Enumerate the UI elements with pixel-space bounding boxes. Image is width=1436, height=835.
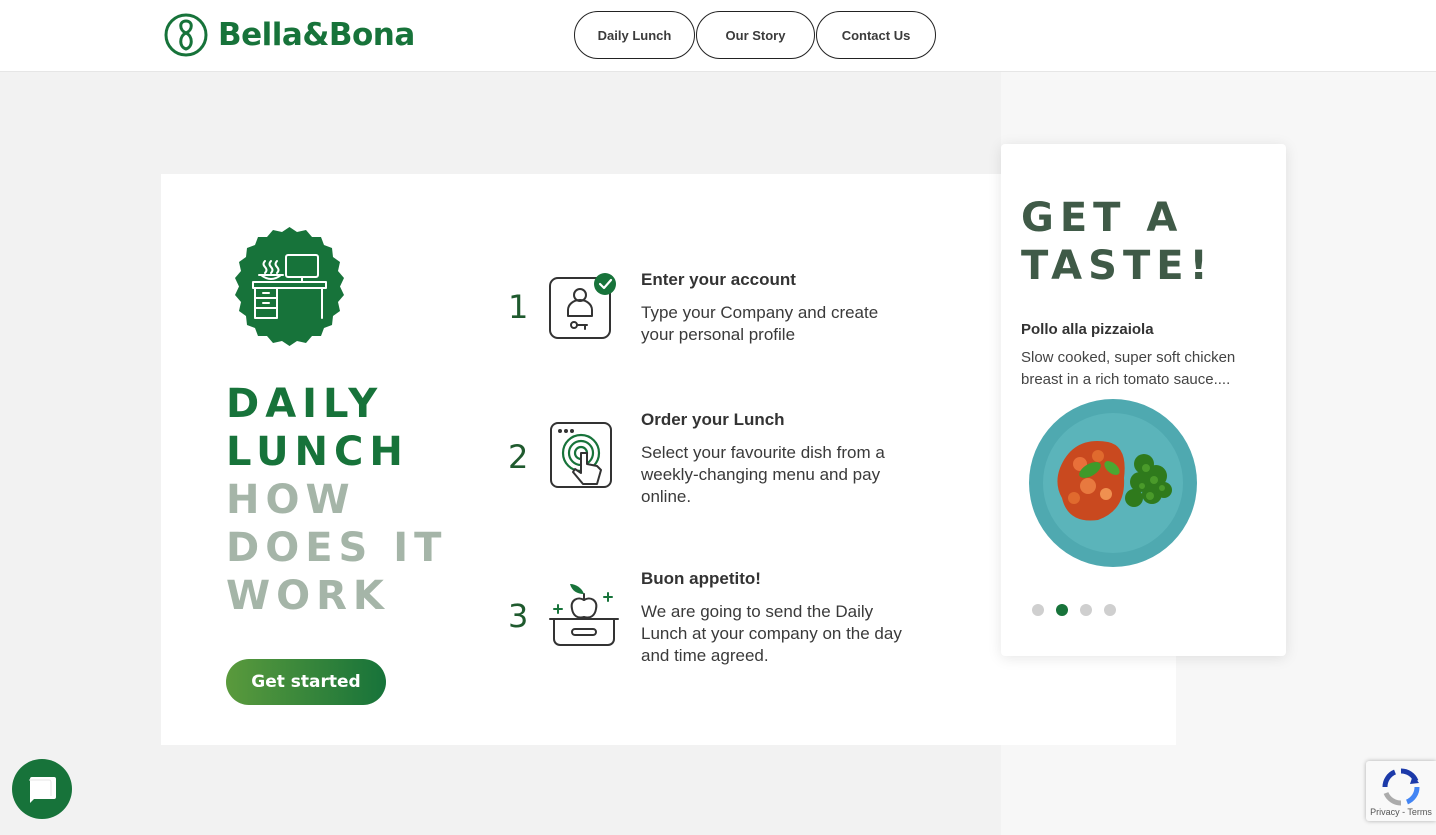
step-title: Enter your account xyxy=(641,270,796,289)
section-title: DAILY LUNCH xyxy=(226,380,409,476)
taste-carousel: GET A TASTE! Pollo alla pizzaiola Slow c… xyxy=(1001,144,1286,656)
recaptcha-text[interactable]: Privacy - Terms xyxy=(1366,807,1436,817)
step-title: Order your Lunch xyxy=(641,410,785,429)
step-number: 3 xyxy=(508,597,529,635)
title-line-2: LUNCH xyxy=(226,429,409,475)
recaptcha-icon xyxy=(1382,768,1420,806)
step-title: Buon appetito! xyxy=(641,569,761,588)
lunchbox-apple-icon xyxy=(549,584,619,646)
step-3: 3 Buon appetito! We are going to send th… xyxy=(508,569,928,689)
brand-name: Bella&Bona xyxy=(218,17,415,53)
step-description: Type your Company and create your person… xyxy=(641,303,879,344)
subtitle-line-2: DOES IT xyxy=(226,525,448,571)
dish-photo[interactable] xyxy=(1028,398,1198,568)
carousel-title-line-1: GET A xyxy=(1021,195,1184,241)
step-2: 2 Order your Lunch Select your favourite… xyxy=(508,410,928,530)
subtitle-line-3: WORK xyxy=(226,573,390,619)
dish-description: Slow cooked, super soft chicken breast i… xyxy=(1021,349,1236,388)
main-nav: Daily Lunch Our Story Contact Us xyxy=(574,11,936,59)
section-subtitle: HOW DOES IT WORK xyxy=(226,476,447,620)
carousel-dot-3[interactable] xyxy=(1080,604,1092,616)
step-number: 1 xyxy=(508,288,529,326)
chat-bubble-icon xyxy=(29,777,56,803)
brand-logo[interactable]: Bella&Bona xyxy=(164,13,415,57)
carousel-dot-2[interactable] xyxy=(1056,604,1068,616)
recaptcha-badge[interactable]: Privacy - Terms xyxy=(1366,761,1436,821)
carousel-title: GET A TASTE! xyxy=(1021,194,1214,290)
logo-mark-icon xyxy=(164,13,208,57)
step-description: Select your favourite dish from a weekly… xyxy=(641,443,885,506)
get-started-button[interactable]: Get started xyxy=(226,659,386,705)
site-header: Bella&Bona Daily Lunch Our Story Contact… xyxy=(0,0,1436,72)
dish-name: Pollo alla pizzaiola xyxy=(1021,321,1154,338)
desk-lunch-badge-icon xyxy=(235,227,344,346)
carousel-dot-1[interactable] xyxy=(1032,604,1044,616)
carousel-dots xyxy=(1032,604,1116,616)
user-check-icon xyxy=(549,273,616,339)
title-line-1: DAILY xyxy=(226,381,384,427)
carousel-dot-4[interactable] xyxy=(1104,604,1116,616)
subtitle-line-1: HOW xyxy=(226,477,356,523)
nav-contact-us[interactable]: Contact Us xyxy=(816,11,936,59)
step-number: 2 xyxy=(508,438,529,476)
nav-our-story[interactable]: Our Story xyxy=(696,11,815,59)
tap-screen-icon xyxy=(550,422,612,488)
step-1: 1 Enter your account Type your Company a… xyxy=(508,270,928,380)
chat-widget-button[interactable] xyxy=(12,759,72,819)
nav-daily-lunch[interactable]: Daily Lunch xyxy=(574,11,695,59)
step-description: We are going to send the Daily Lunch at … xyxy=(641,602,902,665)
carousel-title-line-2: TASTE! xyxy=(1021,243,1214,289)
